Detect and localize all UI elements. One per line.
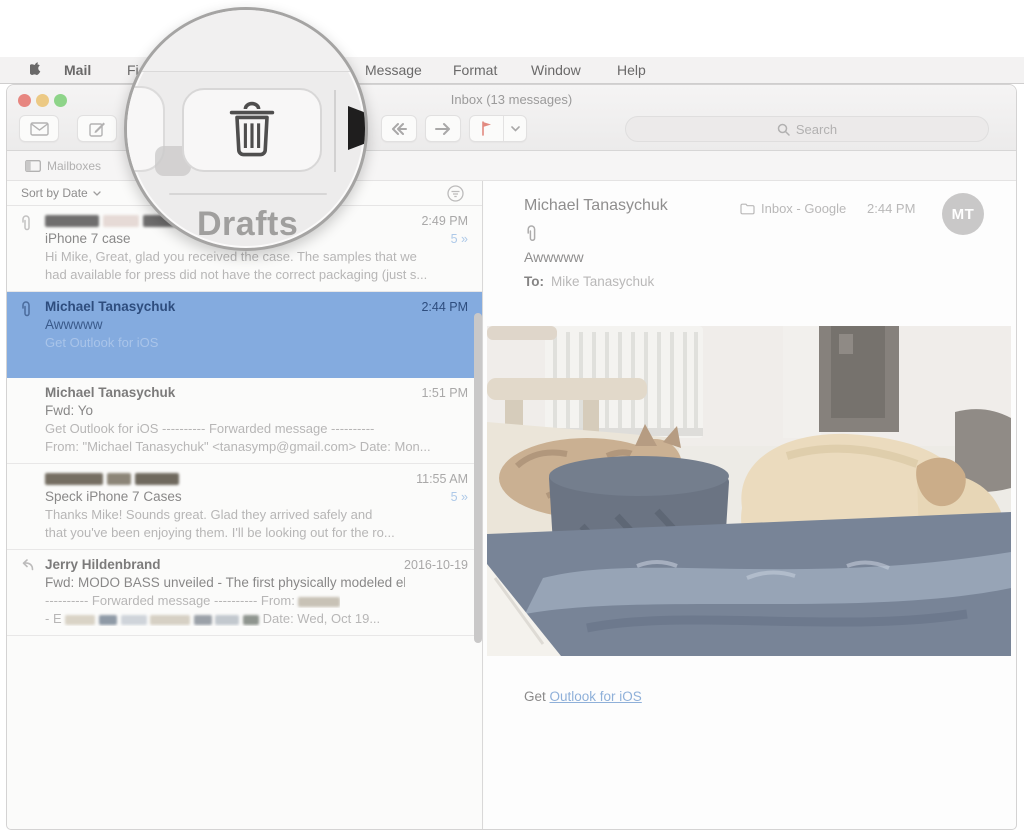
avatar: MT xyxy=(942,193,984,235)
message-subject: Fwd: Yo xyxy=(45,403,93,418)
reading-time: 2:44 PM xyxy=(867,201,915,216)
flag-dropdown-button[interactable] xyxy=(504,116,526,141)
reading-footer: Get Outlook for iOS xyxy=(524,689,642,704)
email-photo-attachment xyxy=(487,326,1011,656)
sort-label: Sort by Date xyxy=(21,186,88,200)
compose-button[interactable] xyxy=(77,115,117,142)
paperclip-icon xyxy=(525,225,538,248)
flag-button[interactable] xyxy=(470,116,504,141)
reading-pane: Michael Tanasychuk Inbox - Google 2:44 P… xyxy=(484,181,1016,829)
message-preview: that you've been enjoying them. I'll be … xyxy=(45,525,395,540)
trash-icon xyxy=(228,101,276,159)
message-preview: Get Outlook for iOS ---------- Forwarded… xyxy=(45,421,374,436)
message-sender: Michael Tanasychuk xyxy=(45,385,175,400)
screenshot-canvas: Mail Fi Message Format Window Help Inbox… xyxy=(0,0,1024,836)
reading-mailbox: Inbox - Google xyxy=(740,201,846,216)
reading-subject: Awwwww xyxy=(524,249,584,265)
message-row-modo-bass[interactable]: Jerry Hildenbrand 2016-10-19 Fwd: MODO B… xyxy=(7,550,482,636)
magnified-toolbar-top xyxy=(127,10,365,72)
footer-text: Get xyxy=(524,689,550,704)
forward-icon xyxy=(433,122,453,136)
sender-redacted xyxy=(45,471,179,486)
search-input[interactable]: Search xyxy=(625,116,989,142)
message-time: 11:55 AM xyxy=(416,472,468,486)
sidebar-icon xyxy=(25,160,41,172)
chevron-down-icon xyxy=(93,191,101,196)
magnifier-loupe: Drafts xyxy=(124,7,368,251)
folder-icon xyxy=(740,203,755,215)
filter-icon xyxy=(447,185,464,202)
junk-button-magnified[interactable] xyxy=(348,102,368,159)
menu-item-window[interactable]: Window xyxy=(531,62,581,78)
reading-sender-name: Michael Tanasychuk xyxy=(524,197,668,215)
menu-item-help[interactable]: Help xyxy=(617,62,646,78)
sort-by-date-control[interactable]: Sort by Date xyxy=(21,186,101,200)
magnified-segment-divider xyxy=(334,90,336,172)
message-time: 2016-10-19 xyxy=(404,558,468,572)
message-preview: From: "Michael Tanasychuk" <tanasymp@gma… xyxy=(45,439,431,454)
message-row-fwd-yo[interactable]: Michael Tanasychuk 1:51 PM Fwd: Yo Get O… xyxy=(7,378,482,464)
message-preview: Hi Mike, Great, glad you received the ca… xyxy=(45,249,417,264)
magnified-divider-line xyxy=(169,193,327,195)
message-time: 2:44 PM xyxy=(421,300,468,314)
menu-item-message[interactable]: Message xyxy=(365,62,422,78)
message-time: 2:49 PM xyxy=(421,214,468,228)
compose-icon xyxy=(89,121,106,137)
message-subject: iPhone 7 case xyxy=(45,231,131,246)
junk-flag-icon xyxy=(348,102,368,154)
paperclip-icon xyxy=(20,301,32,321)
content-area: Sort by Date xyxy=(7,181,1016,829)
filter-button[interactable] xyxy=(447,185,464,207)
envelope-icon xyxy=(30,122,49,136)
chevron-down-icon xyxy=(511,126,520,132)
mailboxes-label: Mailboxes xyxy=(47,159,101,173)
apple-logo-icon xyxy=(30,62,43,77)
outlook-link[interactable]: Outlook for iOS xyxy=(550,689,642,704)
search-icon xyxy=(777,123,790,136)
magnified-drafts-label: Drafts xyxy=(197,205,298,244)
message-sender: Michael Tanasychuk xyxy=(45,299,175,314)
search-placeholder: Search xyxy=(796,122,837,137)
reply-all-button[interactable] xyxy=(381,115,417,142)
thread-count[interactable]: 5 » xyxy=(451,490,468,504)
message-subject: Speck iPhone 7 Cases xyxy=(45,489,182,504)
message-list-pane: Sort by Date xyxy=(7,181,483,829)
reading-mailbox-label: Inbox - Google xyxy=(761,201,846,216)
flag-icon xyxy=(481,121,493,136)
forward-button[interactable] xyxy=(425,115,461,142)
thread-count[interactable]: 5 » xyxy=(451,232,468,246)
apple-menu-icon[interactable] xyxy=(30,62,43,80)
message-sender: Jerry Hildenbrand xyxy=(45,557,161,572)
to-label: To: xyxy=(524,274,544,289)
menu-item-mail[interactable]: Mail xyxy=(64,62,91,78)
to-recipient: Mike Tanasychuk xyxy=(551,274,654,289)
message-row-speck-cases[interactable]: 11:55 AM Speck iPhone 7 Cases 5 » Thanks… xyxy=(7,464,482,550)
message-preview: - E Date: Wed, Oct 19... xyxy=(45,611,380,626)
message-time: 1:51 PM xyxy=(421,386,468,400)
get-mail-button[interactable] xyxy=(19,115,59,142)
message-row-awwwww-selected[interactable]: Michael Tanasychuk 2:44 PM Awwwww Get Ou… xyxy=(7,292,482,378)
menu-item-format[interactable]: Format xyxy=(453,62,497,78)
message-preview: Thanks Mike! Sounds great. Glad they arr… xyxy=(45,507,372,522)
message-preview: ---------- Forwarded message ---------- … xyxy=(45,593,340,608)
message-preview: had available for press did not have the… xyxy=(45,267,427,282)
trash-button-magnified[interactable] xyxy=(182,88,322,172)
message-subject: Fwd: MODO BASS unveiled - The first phys… xyxy=(45,575,405,590)
message-subject: Awwwww xyxy=(45,317,103,332)
reply-arrow-icon xyxy=(20,559,34,574)
mailboxes-button[interactable]: Mailboxes xyxy=(17,156,109,176)
list-scrollbar-thumb[interactable] xyxy=(474,313,482,643)
reading-to-line: To: Mike Tanasychuk xyxy=(524,274,654,289)
message-preview: Get Outlook for iOS xyxy=(45,335,158,350)
paperclip-icon xyxy=(20,215,32,235)
reply-all-icon xyxy=(389,122,409,136)
flag-button-group xyxy=(469,115,527,142)
